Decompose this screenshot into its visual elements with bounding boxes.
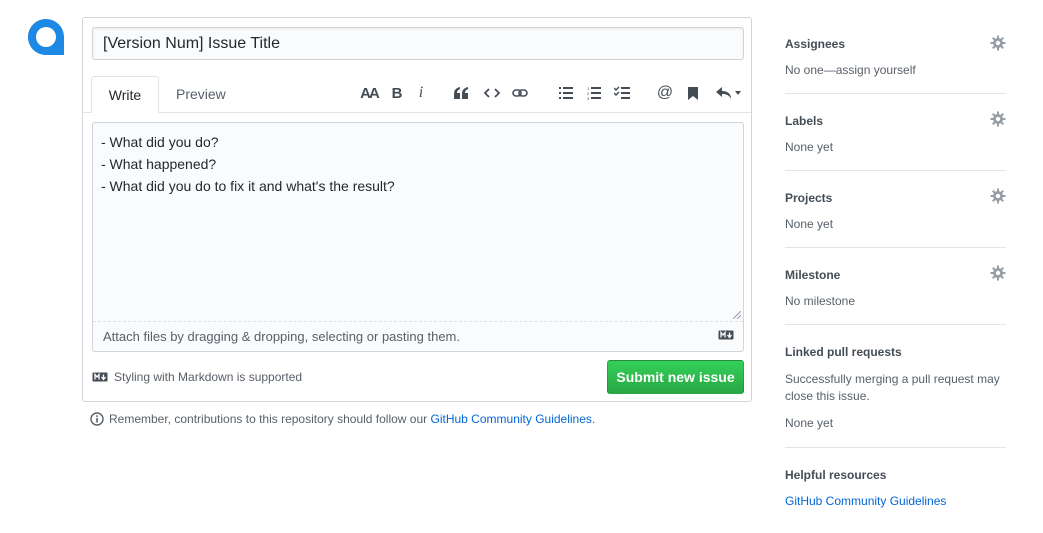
numbered-list-icon[interactable]: 123	[583, 82, 605, 104]
helpful-guidelines-link[interactable]: GitHub Community Guidelines	[785, 494, 946, 508]
italic-icon[interactable]: i	[410, 82, 432, 104]
gear-icon[interactable]	[990, 35, 1006, 51]
issue-form: Write Preview AA B i 123 @ - What did yo…	[82, 17, 752, 402]
info-icon	[90, 412, 104, 426]
link-icon[interactable]	[509, 82, 531, 104]
code-icon[interactable]	[481, 82, 503, 104]
text-size-icon[interactable]: AA	[358, 82, 380, 104]
reference-icon[interactable]	[682, 82, 704, 104]
issue-title-input[interactable]	[92, 27, 744, 60]
svg-text:3: 3	[587, 96, 590, 100]
issue-body-textarea[interactable]: - What did you do? - What happened? - Wh…	[93, 123, 743, 321]
milestone-value: No milestone	[785, 294, 856, 308]
projects-heading: Projects	[785, 191, 833, 205]
markdown-note-text: Styling with Markdown is supported	[114, 370, 303, 384]
assignees-value[interactable]: No one—assign yourself	[785, 63, 916, 77]
tab-preview[interactable]: Preview	[160, 76, 242, 113]
avatar-logo-icon	[28, 19, 64, 55]
linked-prs-description: Successfully merging a pull request may …	[785, 372, 1000, 403]
milestone-heading: Milestone	[785, 268, 841, 282]
gear-icon[interactable]	[990, 188, 1006, 204]
attach-files-bar[interactable]: Attach files by dragging & dropping, sel…	[93, 321, 743, 351]
labels-heading: Labels	[785, 114, 824, 128]
sidebar-divider	[785, 93, 1006, 94]
sidebar-divider	[785, 247, 1006, 248]
sidebar-divider	[785, 324, 1006, 325]
resize-grip-icon[interactable]	[733, 311, 741, 319]
assignees-heading: Assignees	[785, 37, 846, 51]
markdown-note[interactable]: Styling with Markdown is supported	[92, 370, 302, 384]
submit-issue-button[interactable]: Submit new issue	[607, 360, 744, 394]
markdown-icon	[718, 330, 734, 340]
reminder-suffix: .	[591, 412, 596, 426]
linked-prs-heading: Linked pull requests	[785, 345, 902, 359]
mention-icon[interactable]: @	[654, 82, 676, 104]
sidebar-assignees: Assignees No one—assign yourself	[785, 26, 1006, 86]
quote-icon[interactable]	[450, 82, 472, 104]
helpful-resources-heading: Helpful resources	[785, 468, 887, 482]
gear-icon[interactable]	[990, 111, 1006, 127]
avatar	[26, 17, 66, 57]
linked-prs-value: None yet	[785, 416, 834, 430]
attach-files-text: Attach files by dragging & dropping, sel…	[103, 329, 460, 344]
bold-icon[interactable]: B	[386, 82, 408, 104]
gear-icon[interactable]	[990, 265, 1006, 281]
sidebar-divider	[785, 447, 1006, 448]
markdown-icon	[92, 372, 108, 382]
reminder-text: Remember, contributions to this reposito…	[109, 412, 431, 426]
bullet-list-icon[interactable]	[555, 82, 577, 104]
projects-value: None yet	[785, 217, 834, 231]
comment-editor: - What did you do? - What happened? - Wh…	[92, 122, 744, 352]
reply-icon[interactable]	[713, 82, 745, 104]
labels-value: None yet	[785, 140, 834, 154]
tab-write[interactable]: Write	[91, 76, 159, 113]
sidebar-divider	[785, 170, 1006, 171]
community-guidelines-link[interactable]: GitHub Community Guidelines	[431, 412, 592, 426]
task-list-icon[interactable]	[611, 82, 633, 104]
guidelines-reminder: Remember, contributions to this reposito…	[90, 412, 595, 426]
